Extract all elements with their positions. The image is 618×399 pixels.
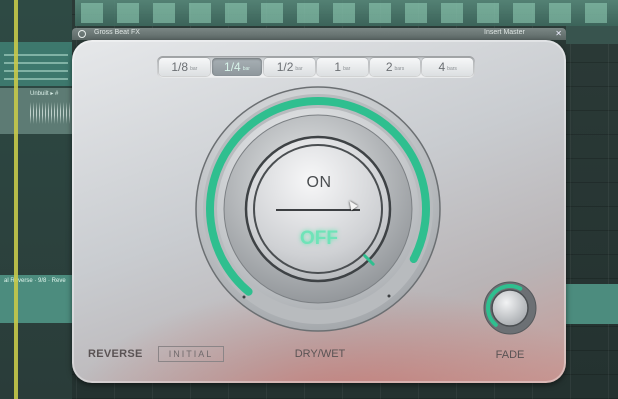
menu-icon[interactable] [78,30,86,38]
reverse-label: REVERSE [88,348,143,360]
daw-pattern-clip-left[interactable] [0,42,72,86]
plugin-titlebar[interactable]: Gross Beat FX Insert Master ✕ [72,28,566,40]
dial-min-tick [242,295,246,299]
reverse-mode-button[interactable]: INITIAL [158,346,224,362]
daw-pattern-clip-top[interactable] [75,0,618,26]
dial-max-tick [387,294,391,298]
daw-clip-right-top[interactable] [566,26,618,44]
dry-wet-dial[interactable] [72,40,566,383]
playhead[interactable] [14,0,18,399]
plugin-title: Gross Beat FX [94,29,140,36]
daw-automation-clip-right[interactable] [566,284,618,324]
plugin-window: 1/8 bar 1/4 bar 1/2 bar 1 bar 2 bars 4 bars [72,40,566,383]
switch-on-label[interactable]: ON [294,174,344,192]
daw-clip-label: Unbuilt ▸ # [30,91,59,97]
dry-wet-label: DRY/WET [294,348,346,360]
close-icon[interactable]: ✕ [555,29,562,39]
fade-label: FADE [495,349,525,361]
switch-off-label[interactable]: OFF [287,228,351,250]
audio-waveform [30,102,70,124]
fade-knob[interactable] [491,289,529,327]
plugin-title-right: Insert Master [484,29,525,36]
